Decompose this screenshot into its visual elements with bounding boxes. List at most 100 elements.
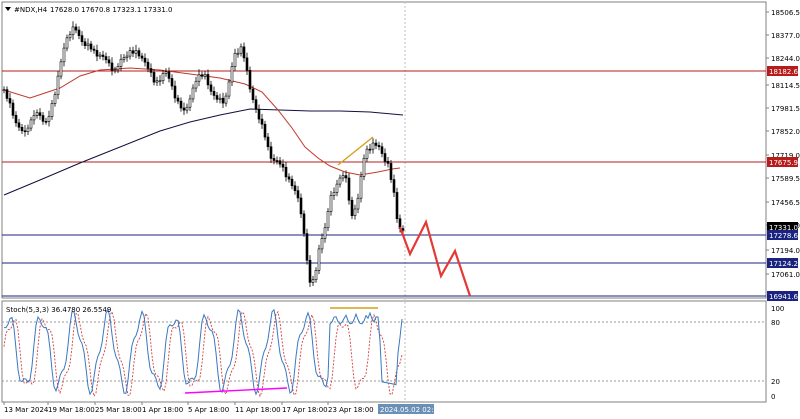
candle-body [29,119,33,129]
candle-body [176,97,180,102]
candle-body [104,56,108,61]
time-label: 13 Mar 2024 [4,406,49,414]
candle-body [26,127,30,132]
candle-body [128,50,132,57]
oscillator-pane[interactable] [1,300,767,403]
candle-body [302,213,306,234]
ohlc-readout: 17628.0 17670.8 17323.1 17331.0 [50,6,172,14]
candle-body [74,26,78,31]
candle-body [92,48,96,51]
oscillator-level-label: 80 [771,319,780,327]
candle-body [173,85,177,99]
symbol-label: #NDX,H4 [14,6,48,14]
trading-chart[interactable]: #NDX,H4 17628.0 17670.8 17323.1 17331.0 … [0,0,800,419]
candle-body [191,87,195,100]
candle-body [170,78,174,87]
oscillator-axis: 100 80 20 0 [771,305,784,401]
candle-body [311,279,315,283]
candle-body [245,57,249,71]
candle-body [65,37,69,49]
candle-body [353,208,357,216]
candle-body [8,98,12,104]
candle-body [107,59,111,64]
candle-body [326,211,330,229]
candle-body [224,95,228,104]
candle-body [299,197,303,215]
candle-body [230,66,234,83]
candle-body [161,73,165,82]
candle-body [71,26,75,36]
price-tick-label: 18114.5 [771,82,800,90]
candle-body [203,74,207,77]
candle-body [257,108,261,120]
candle-body [110,62,114,71]
candle-body [260,118,264,125]
candle-body [188,98,192,108]
oscillator-level-label: 20 [771,378,780,386]
candle-body [296,190,300,199]
candle-body [323,227,327,239]
candle-body [200,74,204,77]
candle-body [140,55,144,59]
time-label: 25 Mar 18:00 [95,406,142,414]
price-tag: 16941.6 [769,293,798,301]
candle-body [263,123,267,138]
price-pane[interactable] [1,1,767,299]
candle-body [248,69,252,90]
candle-body [44,121,48,123]
candle-body [164,71,168,74]
candle-body [368,148,372,151]
candle-body [338,177,342,185]
candle-body [329,195,333,212]
candle-body [362,157,366,177]
candle-body [119,58,123,67]
candle-body [251,88,255,100]
candle-body [101,54,105,57]
candle-body [239,46,243,54]
candle-body [80,35,84,43]
candle-body [290,178,294,187]
candle-body [287,176,291,180]
price-tag: 17124.2 [769,260,798,268]
candle-body [59,61,63,77]
time-axis: 13 Mar 2024 19 Mar 18:00 25 Mar 18:00 1 Apr… [3,402,374,414]
price-tick-label: 18244.0 [771,55,800,63]
candle-body [383,153,387,162]
candle-body [347,177,351,201]
candle-body [395,192,399,219]
time-label: 1 Apr 18:00 [142,406,183,414]
candle-body [221,97,225,104]
price-tick-label: 17194.0 [771,247,800,255]
candle-body [359,176,363,199]
candle-body [209,84,213,92]
candle-body [293,185,297,191]
candle-body [53,94,57,104]
candle-body [35,112,39,116]
candle-body [179,100,183,109]
price-tick-label: 18506.5 [771,9,800,17]
candle-body [134,50,138,54]
candle-body [227,81,231,97]
candle-body [56,75,60,96]
candle-body [17,122,21,128]
candle-body [167,71,171,79]
candle-body [344,175,348,179]
candle-body [98,54,102,57]
candle-body [401,228,405,231]
candle-body [41,115,45,122]
candle-body [215,95,219,100]
candle-body [392,179,396,193]
candle-body [320,238,324,250]
candle-body [5,89,9,99]
price-tick-label: 17981.5 [771,105,800,113]
candle-body [137,50,141,57]
candle-body [152,72,156,83]
candle-body [158,80,162,83]
price-tag: 17675.9 [769,159,798,167]
candle-body [86,43,90,46]
candle-body [68,34,72,39]
candle-body [50,103,54,117]
current-time-tag: 2024.05.02 02:00 [380,406,442,414]
candle-body [266,136,270,148]
candle-body [242,46,246,59]
